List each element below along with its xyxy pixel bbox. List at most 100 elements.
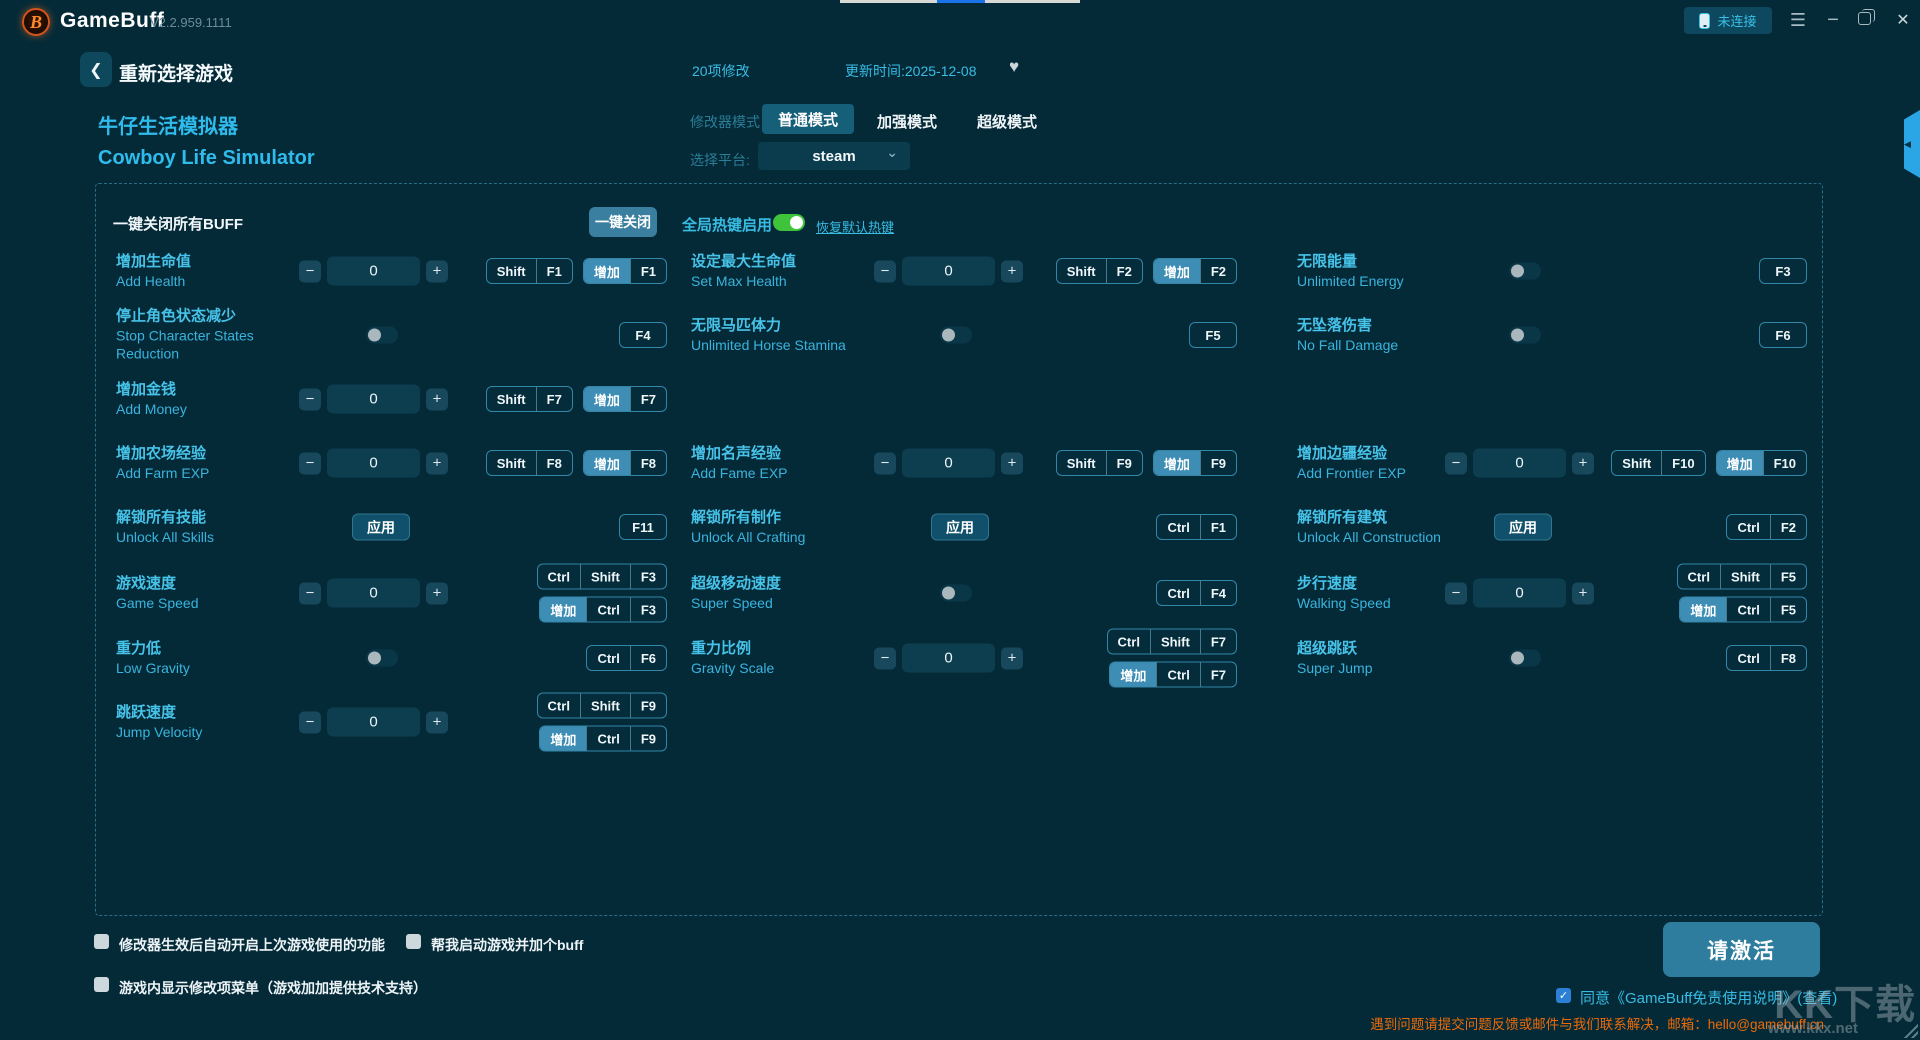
cheat-super-speed: 超级移动速度Super SpeedCtrlF4 <box>691 558 1237 628</box>
decrease-button[interactable]: − <box>1445 582 1467 604</box>
back-button[interactable]: ❮ <box>80 52 112 87</box>
hotkey-segment: Ctrl <box>1727 515 1769 539</box>
decrease-button[interactable]: − <box>874 647 896 669</box>
cheat-label: 解锁所有建筑Unlock All Construction <box>1297 508 1449 546</box>
increase-button[interactable]: + <box>426 711 448 733</box>
activate-button[interactable]: 请激活 <box>1663 922 1820 977</box>
hotkey-segment: F6 <box>630 646 666 670</box>
cheat-toggle[interactable] <box>1509 650 1541 667</box>
global-hotkey-toggle[interactable] <box>773 214 805 231</box>
mode-tab-normal[interactable]: 普通模式 <box>762 104 854 134</box>
value-input[interactable]: 0 <box>327 257 420 286</box>
restore-hotkeys-link[interactable]: 恢复默认热键 <box>816 217 894 236</box>
apply-button[interactable]: 应用 <box>352 514 410 541</box>
checkbox-launch-game[interactable] <box>406 934 421 949</box>
mode-tab-super[interactable]: 超级模式 <box>977 111 1037 132</box>
value-input[interactable]: 0 <box>327 449 420 478</box>
apply-button[interactable]: 应用 <box>931 514 989 541</box>
hotkey-badge[interactable]: 增加F10 <box>1716 450 1807 476</box>
value-input[interactable]: 0 <box>1473 579 1566 608</box>
cheat-label: 增加农场经验Add Farm EXP <box>116 444 294 482</box>
maximize-icon[interactable] <box>1858 12 1871 25</box>
decrease-button[interactable]: − <box>299 452 321 474</box>
increase-button[interactable]: + <box>1001 452 1023 474</box>
cheat-toggle[interactable] <box>1509 327 1541 344</box>
value-input[interactable]: 0 <box>902 644 995 673</box>
hotkey-badge[interactable]: 增加F2 <box>1153 258 1237 284</box>
side-drawer-tab[interactable]: ◀ <box>1904 110 1920 178</box>
hotkey-badge[interactable]: ShiftF7 <box>486 386 573 412</box>
hotkey-badge[interactable]: CtrlF6 <box>586 645 667 671</box>
hotkey-badge[interactable]: CtrlF1 <box>1156 514 1237 540</box>
increase-button[interactable]: + <box>1572 452 1594 474</box>
hotkey-badge[interactable]: 增加CtrlF5 <box>1679 597 1807 623</box>
agree-checkbox[interactable]: ✓ <box>1556 988 1571 1003</box>
checkbox-ingame-menu[interactable] <box>94 977 109 992</box>
hotkey-badge[interactable]: 增加F7 <box>583 386 667 412</box>
value-input[interactable]: 0 <box>1473 449 1566 478</box>
checkbox-auto-enable[interactable] <box>94 934 109 949</box>
hotkey-badge[interactable]: 增加CtrlF9 <box>539 726 667 752</box>
device-connect-button[interactable]: 未连接 <box>1684 7 1772 34</box>
mode-tab-enhanced[interactable]: 加强模式 <box>877 111 937 132</box>
hotkey-badge[interactable]: CtrlShiftF5 <box>1677 564 1807 590</box>
hotkey-segment: F8 <box>630 451 666 475</box>
hotkey-badge[interactable]: F3 <box>1759 258 1807 284</box>
platform-value: steam <box>812 148 855 165</box>
decrease-button[interactable]: − <box>299 711 321 733</box>
favorite-heart-icon[interactable]: ♥ <box>1009 57 1019 77</box>
hotkey-badge[interactable]: CtrlShiftF7 <box>1107 629 1237 655</box>
increase-button[interactable]: + <box>426 388 448 410</box>
platform-select[interactable]: steam ⌄ <box>758 142 910 170</box>
hotkey-badge[interactable]: 增加F8 <box>583 450 667 476</box>
hotkey-badge[interactable]: ShiftF1 <box>486 258 573 284</box>
hotkey-badge[interactable]: F5 <box>1189 322 1237 348</box>
decrease-button[interactable]: − <box>299 582 321 604</box>
close-icon[interactable]: ✕ <box>1890 8 1916 32</box>
hotkey-badge[interactable]: CtrlShiftF9 <box>537 693 667 719</box>
hotkey-badge[interactable]: F11 <box>619 514 667 540</box>
increase-button[interactable]: + <box>1572 582 1594 604</box>
hotkey-segment: 增加 <box>1154 451 1200 475</box>
increase-button[interactable]: + <box>426 582 448 604</box>
hotkey-badge[interactable]: ShiftF8 <box>486 450 573 476</box>
cheat-toggle[interactable] <box>1509 263 1541 280</box>
hotkey-badge[interactable]: ShiftF9 <box>1056 450 1143 476</box>
close-all-button[interactable]: 一键关闭 <box>589 207 657 237</box>
hotkey-badge[interactable]: 增加CtrlF3 <box>539 597 667 623</box>
increase-button[interactable]: + <box>1001 647 1023 669</box>
increase-button[interactable]: + <box>426 452 448 474</box>
hotkey-badge[interactable]: ShiftF2 <box>1056 258 1143 284</box>
decrease-button[interactable]: − <box>299 260 321 282</box>
decrease-button[interactable]: − <box>874 260 896 282</box>
cheat-toggle[interactable] <box>366 327 398 344</box>
cheat-toggle[interactable] <box>940 585 972 602</box>
value-input[interactable]: 0 <box>327 708 420 737</box>
minimize-icon[interactable]: − <box>1820 8 1846 32</box>
value-input[interactable]: 0 <box>902 257 995 286</box>
value-input[interactable]: 0 <box>327 385 420 414</box>
menu-icon[interactable]: ☰ <box>1785 8 1811 32</box>
decrease-button[interactable]: − <box>1445 452 1467 474</box>
hotkey-segment: 增加 <box>1154 259 1200 283</box>
value-input[interactable]: 0 <box>902 449 995 478</box>
hotkey-badge[interactable]: F6 <box>1759 322 1807 348</box>
cheat-toggle[interactable] <box>366 650 398 667</box>
cheat-label-en: Add Farm EXP <box>116 464 294 482</box>
hotkey-badge[interactable]: 增加CtrlF7 <box>1109 662 1237 688</box>
decrease-button[interactable]: − <box>299 388 321 410</box>
hotkey-badge[interactable]: CtrlF8 <box>1726 645 1807 671</box>
hotkey-badge[interactable]: ShiftF10 <box>1611 450 1705 476</box>
cheat-toggle[interactable] <box>940 327 972 344</box>
increase-button[interactable]: + <box>1001 260 1023 282</box>
increase-button[interactable]: + <box>426 260 448 282</box>
hotkey-badge[interactable]: CtrlShiftF3 <box>537 564 667 590</box>
value-input[interactable]: 0 <box>327 579 420 608</box>
hotkey-badge[interactable]: CtrlF2 <box>1726 514 1807 540</box>
hotkey-badge[interactable]: CtrlF4 <box>1156 580 1237 606</box>
hotkey-badge[interactable]: 增加F1 <box>583 258 667 284</box>
apply-button[interactable]: 应用 <box>1494 514 1552 541</box>
decrease-button[interactable]: − <box>874 452 896 474</box>
hotkey-badge[interactable]: 增加F9 <box>1153 450 1237 476</box>
hotkey-badge[interactable]: F4 <box>619 322 667 348</box>
